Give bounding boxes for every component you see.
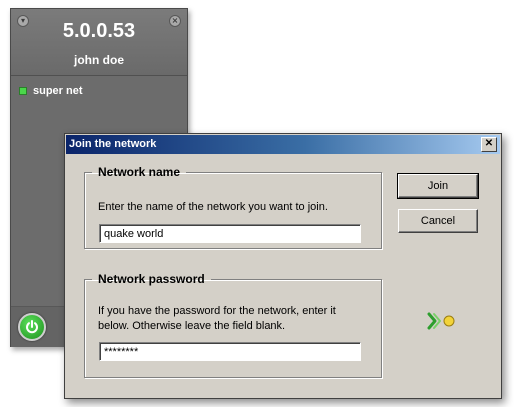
- dialog-titlebar[interactable]: Join the network ✕: [66, 135, 500, 154]
- password-description-line1: If you have the password for the network…: [98, 305, 336, 317]
- network-label: super net: [33, 85, 83, 97]
- dialog-close-button[interactable]: ✕: [481, 137, 497, 152]
- network-name-input[interactable]: quake world: [99, 224, 361, 243]
- dialog-title: Join the network: [69, 138, 157, 150]
- join-button[interactable]: Join: [397, 173, 479, 199]
- power-symbol: [26, 320, 38, 334]
- client-ip-address: 5.0.0.53: [62, 20, 136, 42]
- network-password-input[interactable]: ********: [99, 342, 361, 361]
- client-username: john doe: [74, 53, 124, 67]
- network-name-description: Enter the name of the network you want t…: [98, 201, 328, 213]
- join-network-dialog: Join the network ✕ Network name Enter th…: [64, 133, 502, 399]
- cancel-button[interactable]: Cancel: [398, 209, 478, 233]
- network-password-legend: Network password: [98, 272, 205, 286]
- online-status-icon: [19, 87, 27, 95]
- network-list-item[interactable]: super net: [19, 83, 83, 99]
- network-name-group: Network name Enter the name of the netwo…: [84, 165, 382, 249]
- network-password-group: Network password If you have the passwor…: [84, 272, 382, 378]
- password-description-line2: below. Otherwise leave the field blank.: [98, 320, 286, 332]
- status-arrow-icon: [427, 312, 455, 330]
- client-header: ▾ × 5.0.0.53 john doe: [11, 9, 187, 76]
- power-icon[interactable]: [18, 313, 46, 341]
- network-name-legend: Network name: [98, 165, 181, 179]
